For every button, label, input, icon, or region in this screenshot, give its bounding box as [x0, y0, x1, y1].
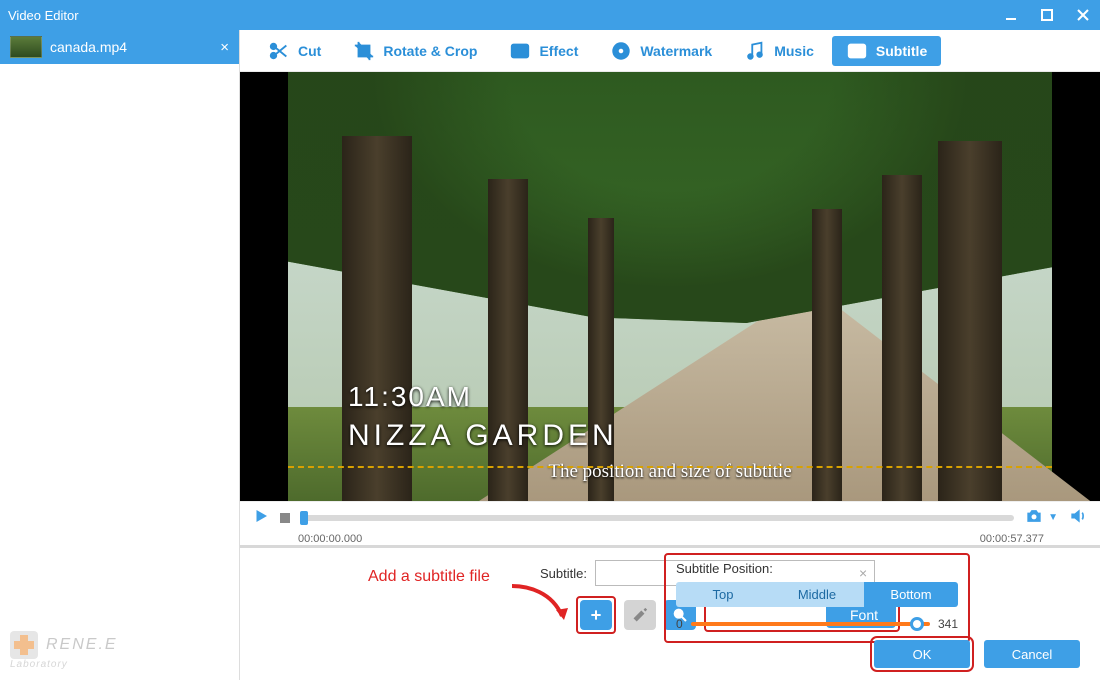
- maximize-button[interactable]: [1038, 6, 1056, 24]
- annotation-text: Add a subtitle file: [368, 568, 490, 586]
- stop-button[interactable]: [280, 513, 290, 523]
- file-sidebar: canada.mp4 × RENE.E Laboratory: [0, 30, 240, 680]
- editor-toolbar: Cut Rotate & Crop Effect Watermark Music…: [240, 30, 1100, 72]
- slider-max: 341: [938, 617, 958, 631]
- music-icon: [744, 40, 766, 62]
- slider-min: 0: [676, 617, 683, 631]
- seek-bar[interactable]: [300, 515, 1014, 521]
- playback-bar: ▼: [240, 501, 1100, 533]
- brand-logo: RENE.E Laboratory: [10, 631, 118, 670]
- title-bar: Video Editor: [0, 0, 1100, 30]
- crop-icon: [353, 40, 375, 62]
- ok-button[interactable]: OK: [874, 640, 970, 668]
- tab-rotate-crop[interactable]: Rotate & Crop: [339, 36, 491, 66]
- play-button[interactable]: [252, 507, 270, 528]
- tab-watermark[interactable]: Watermark: [596, 36, 726, 66]
- edit-subtitle-button[interactable]: [624, 600, 656, 630]
- watermark-icon: [610, 40, 632, 62]
- video-preview: 11:30AM NIZZA GARDEN The position and si…: [240, 72, 1100, 501]
- tab-subtitle[interactable]: Subtitle: [832, 36, 941, 66]
- snapshot-dropdown-icon[interactable]: ▼: [1048, 512, 1058, 523]
- file-thumbnail: [10, 36, 42, 58]
- video-overlay-text: 11:30AM NIZZA GARDEN: [348, 381, 618, 453]
- scissors-icon: [268, 40, 290, 62]
- close-file-icon[interactable]: ×: [220, 39, 229, 56]
- window-title: Video Editor: [8, 8, 79, 23]
- annotation-arrow-icon: [508, 582, 574, 633]
- position-middle[interactable]: Middle: [770, 582, 864, 607]
- position-label: Subtitle Position:: [676, 561, 958, 576]
- volume-button[interactable]: [1068, 506, 1088, 529]
- subtitle-region-guide[interactable]: [288, 466, 1052, 469]
- tab-music[interactable]: Music: [730, 36, 828, 66]
- add-subtitle-button[interactable]: [580, 600, 612, 630]
- tab-effect[interactable]: Effect: [495, 36, 592, 66]
- tab-cut[interactable]: Cut: [254, 36, 335, 66]
- file-name: canada.mp4: [50, 39, 127, 55]
- cancel-button[interactable]: Cancel: [984, 640, 1080, 668]
- effect-icon: [509, 40, 531, 62]
- minimize-button[interactable]: [1002, 6, 1020, 24]
- subtitle-icon: [846, 40, 868, 62]
- subtitle-settings-panel: Add a subtitle file Subtitle: ×: [240, 545, 1100, 680]
- file-tab[interactable]: canada.mp4 ×: [0, 30, 239, 64]
- total-time: 00:00:57.377: [980, 533, 1044, 545]
- seek-handle[interactable]: [300, 511, 308, 525]
- position-bottom[interactable]: Bottom: [864, 582, 958, 607]
- position-slider[interactable]: [691, 622, 930, 626]
- subtitle-label: Subtitle:: [540, 566, 587, 581]
- slider-handle[interactable]: [910, 617, 924, 631]
- position-top[interactable]: Top: [676, 582, 770, 607]
- logo-icon: [10, 631, 38, 659]
- snapshot-button[interactable]: [1024, 506, 1044, 529]
- subtitle-preview-text: The position and size of subtitle: [548, 461, 791, 483]
- subtitle-position-panel: Subtitle Position: Top Middle Bottom 0 3…: [664, 553, 970, 643]
- close-window-button[interactable]: [1074, 6, 1092, 24]
- current-time: 00:00:00.000: [298, 533, 362, 545]
